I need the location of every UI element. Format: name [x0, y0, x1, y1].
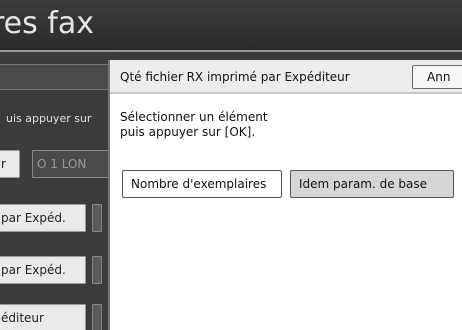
background-button-4[interactable]: par Expéd.	[0, 256, 86, 284]
background-button-2[interactable]: O 1 LON	[32, 150, 118, 178]
cancel-button[interactable]: Ann	[412, 65, 462, 89]
dialog-title: Qté fichier RX imprimé par Expéditeur	[120, 70, 350, 84]
dialog-header: Qté fichier RX imprimé par Expéditeur An…	[110, 60, 462, 94]
background-button-3-side[interactable]	[92, 204, 102, 232]
background-header-strip	[0, 64, 118, 90]
background-button-5-side[interactable]	[92, 304, 102, 330]
option-number-of-copies[interactable]: Nombre d'exemplaires	[122, 170, 282, 198]
title-bar: res fax	[0, 0, 462, 52]
background-button-5[interactable]: éditeur	[0, 304, 86, 330]
background-button-1[interactable]: r	[0, 150, 20, 178]
selection-dialog: Qté fichier RX imprimé par Expéditeur An…	[108, 60, 462, 330]
dialog-prompt: Sélectionner un élément puis appuyer sur…	[120, 110, 268, 139]
background-panel: uis appuyer sur r O 1 LON par Expéd. par…	[0, 54, 118, 330]
background-button-3[interactable]: par Expéd.	[0, 204, 86, 232]
option-same-as-default[interactable]: Idem param. de base	[290, 170, 454, 198]
background-button-4-side[interactable]	[92, 256, 102, 284]
screen-title: res fax	[0, 6, 94, 41]
background-instruction: uis appuyer sur	[6, 112, 92, 125]
